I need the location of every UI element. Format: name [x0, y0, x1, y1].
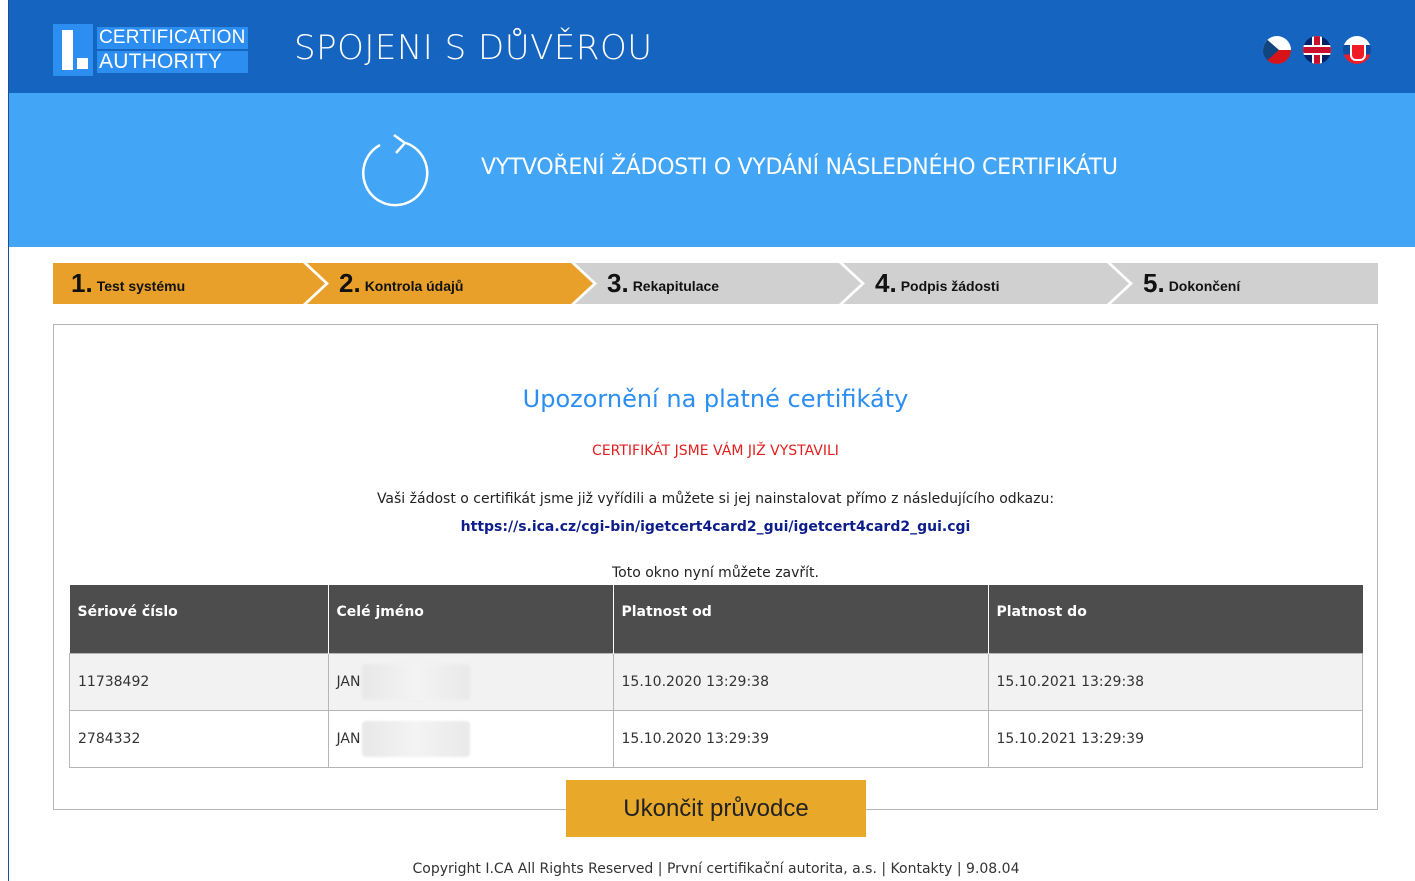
step-number: 3. — [607, 268, 629, 298]
page-banner: VYTVOŘENÍ ŽÁDOSTI O VYDÁNÍ NÁSLEDNÉHO CE… — [9, 93, 1415, 247]
certificates-table: Sériové číslo Celé jméno Platnost od Pla… — [69, 585, 1363, 768]
logo-line1: CERTIFICATION — [97, 27, 248, 49]
footer-version: 9.08.04 — [966, 861, 1020, 877]
logo-mark-icon — [53, 24, 93, 76]
col-name: Celé jméno — [328, 585, 614, 654]
valid-from-cell: 15.10.2020 13:29:39 — [612, 710, 989, 768]
step-label: Rekapitulace — [632, 277, 720, 294]
step-4[interactable]: 4. Podpis žádosti — [875, 263, 999, 304]
step-label: Dokončení — [1168, 277, 1241, 294]
logo-line2: AUTHORITY — [97, 51, 248, 73]
footer-company-link[interactable]: První certifikační autorita, a.s. — [667, 861, 877, 877]
content-card: Upozornění na platné certifikáty CERTIFI… — [53, 324, 1378, 810]
redacted-surname — [362, 721, 471, 757]
info-text: Vaši žádost o certifikát jsme již vyřídi… — [376, 491, 1055, 507]
name-text: JAN — [336, 674, 361, 690]
wizard-steps: 1. Test systému 2. Kontrola údajů 3. Rek… — [53, 263, 1378, 304]
finish-wizard-button[interactable]: Ukončit průvodce — [566, 780, 866, 837]
install-link[interactable]: https://s.ica.cz/cgi-bin/igetcert4card2_… — [461, 519, 971, 535]
page-title: Upozornění na platné certifikáty — [522, 385, 909, 413]
redacted-surname — [362, 664, 471, 700]
footer-contacts-link[interactable]: Kontakty — [891, 861, 953, 877]
step-number: 4. — [875, 268, 897, 298]
col-valid-to: Platnost do — [988, 585, 1363, 654]
step-2[interactable]: 2. Kontrola údajů — [339, 263, 463, 304]
logo-text: CERTIFICATION AUTHORITY — [97, 24, 248, 76]
step-label: Test systému — [96, 277, 186, 294]
header-bar: CERTIFICATION AUTHORITY SPOJENI S DŮVĚRO… — [9, 0, 1415, 93]
step-3[interactable]: 3. Rekapitulace — [607, 263, 719, 304]
step-5[interactable]: 5. Dokončení — [1143, 263, 1240, 304]
step-1[interactable]: 1. Test systému — [71, 263, 185, 304]
ica-logo[interactable]: CERTIFICATION AUTHORITY — [53, 24, 248, 76]
footer-separator: | — [881, 861, 887, 877]
footer-copyright: Copyright I.CA All Rights Reserved — [412, 861, 654, 877]
header-slogan: SPOJENI S DŮVĚROU — [294, 28, 653, 68]
col-valid-from: Platnost od — [613, 585, 989, 654]
warning-message: CERTIFIKÁT JSME VÁM JIŽ VYSTAVILI — [592, 443, 839, 459]
en-flag-icon[interactable] — [1303, 36, 1331, 64]
step-label: Podpis žádosti — [900, 277, 1000, 294]
valid-from-cell: 15.10.2020 13:29:38 — [612, 653, 989, 711]
step-label: Kontrola údajů — [364, 277, 464, 294]
valid-to-cell: 15.10.2021 13:29:39 — [987, 710, 1363, 768]
install-link-wrapper: https://s.ica.cz/cgi-bin/igetcert4card2_… — [54, 516, 1377, 535]
cz-flag-icon[interactable] — [1263, 36, 1291, 64]
banner-title: VYTVOŘENÍ ŽÁDOSTI O VYDÁNÍ NÁSLEDNÉHO CE… — [481, 155, 1118, 180]
step-number: 2. — [339, 268, 361, 298]
close-note: Toto okno nyní můžete zavřít. — [612, 565, 819, 581]
col-serial: Sériové číslo — [69, 585, 329, 654]
name-text: JAN — [336, 731, 361, 747]
table-row: 2784332 JAN 15.10.2020 13:29:39 15.10.20… — [69, 710, 1363, 768]
step-number: 5. — [1143, 268, 1165, 298]
serial-cell: 11738492 — [69, 653, 329, 711]
table-header-row: Sériové číslo Celé jméno Platnost od Pla… — [69, 585, 1363, 654]
window-border — [0, 0, 9, 881]
valid-to-cell: 15.10.2021 13:29:38 — [987, 653, 1363, 711]
name-cell: JAN — [327, 653, 614, 711]
sk-flag-icon[interactable] — [1343, 36, 1371, 64]
name-cell: JAN — [327, 710, 614, 768]
language-switcher — [1263, 36, 1371, 64]
table-row: 11738492 JAN 15.10.2020 13:29:38 15.10.2… — [69, 653, 1363, 711]
footer-separator: | — [956, 861, 962, 877]
step-number: 1. — [71, 268, 93, 298]
footer-separator: | — [657, 861, 663, 877]
footer: Copyright I.CA All Rights Reserved | Prv… — [0, 861, 1415, 877]
refresh-icon — [362, 133, 429, 207]
serial-cell: 2784332 — [69, 710, 329, 768]
